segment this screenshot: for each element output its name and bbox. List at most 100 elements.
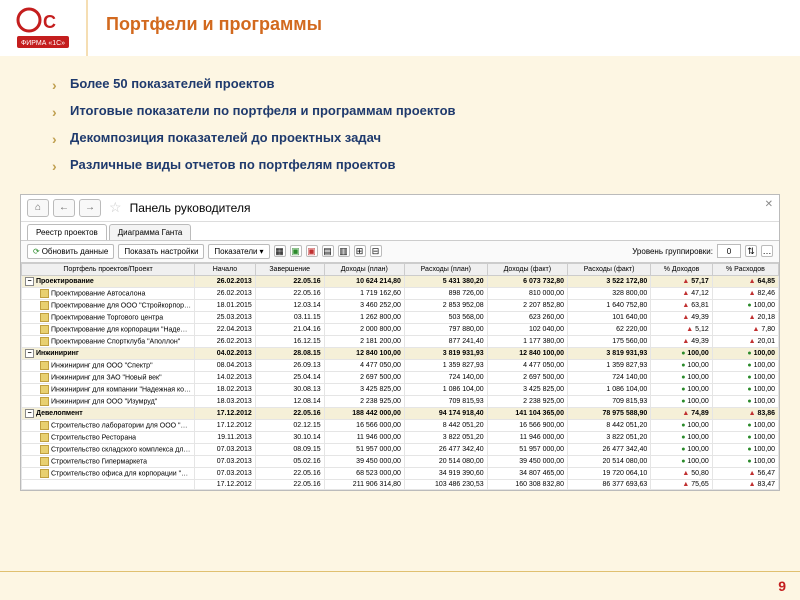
status-indicator-icon: ▲ (749, 470, 756, 477)
status-indicator-icon: ● (681, 386, 685, 393)
expand-icon[interactable]: − (25, 409, 34, 418)
document-icon (40, 457, 49, 466)
svg-text:С: С (43, 12, 56, 32)
more-button[interactable]: … (761, 245, 773, 257)
status-indicator-icon: ▲ (749, 410, 756, 417)
grouping-input[interactable] (717, 244, 741, 258)
indicators-button[interactable]: Показатели ▾ (208, 244, 269, 259)
toolbar-icon[interactable]: ⊟ (370, 245, 382, 257)
toolbar-icon[interactable]: ⊞ (354, 245, 366, 257)
status-indicator-icon: ● (747, 302, 751, 309)
status-indicator-icon: ▲ (749, 314, 756, 321)
tab-gantt[interactable]: Диаграмма Ганта (109, 224, 192, 240)
status-indicator-icon: ▲ (682, 338, 689, 345)
bullet-item: Более 50 показателей проектов (70, 76, 750, 93)
group-row[interactable]: −Проектирование26.02.201322.05.1610 624 … (22, 275, 779, 287)
table-row[interactable]: Проектирование Автосалона26.02.201322.05… (22, 287, 779, 299)
forward-button[interactable]: → (79, 199, 101, 217)
column-header[interactable]: Расходы (факт) (567, 263, 650, 275)
document-icon (40, 301, 49, 310)
bullet-item: Различные виды отчетов по портфелям прое… (70, 157, 750, 174)
toolbar-icon[interactable]: ▦ (274, 245, 286, 257)
expand-icon[interactable]: − (25, 349, 34, 358)
status-indicator-icon: ● (747, 350, 751, 357)
document-icon (40, 313, 49, 322)
status-indicator-icon: ● (681, 422, 685, 429)
toolbar-icon[interactable]: ▣ (290, 245, 302, 257)
table-row[interactable]: Проектирование для корпорации "Надежн…22… (22, 323, 779, 335)
document-icon (40, 337, 49, 346)
status-indicator-icon: ● (747, 458, 751, 465)
table-row[interactable]: Инжиниринг для ЗАО "Новый век"14.02.2013… (22, 371, 779, 383)
status-indicator-icon: ● (681, 446, 685, 453)
grouping-label: Уровень группировки: (632, 247, 713, 256)
status-indicator-icon: ● (681, 458, 685, 465)
table-row[interactable]: Инжиниринг для ООО "Изумруд"18.03.201312… (22, 395, 779, 407)
table-row[interactable]: Строительство лаборатории для ООО "Спе…1… (22, 419, 779, 431)
table-row[interactable]: Проектирование Спортклуба "Аполлон"26.02… (22, 335, 779, 347)
show-settings-button[interactable]: Показать настройки (118, 244, 204, 259)
group-row[interactable]: −Инжиниринг04.02.201328.08.1512 840 100,… (22, 347, 779, 359)
status-indicator-icon: ● (681, 434, 685, 441)
column-header[interactable]: % Доходов (651, 263, 713, 275)
status-indicator-icon: ▲ (749, 338, 756, 345)
table-row[interactable]: Проектирование для ООО "Стройкорпорац…18… (22, 299, 779, 311)
column-header[interactable]: Доходы (факт) (487, 263, 567, 275)
document-icon (40, 433, 49, 442)
status-indicator-icon: ● (747, 374, 751, 381)
document-icon (40, 325, 49, 334)
toolbar-icon[interactable]: ▥ (338, 245, 350, 257)
column-header[interactable]: % Расходов (712, 263, 778, 275)
slide-title: Портфели и программы (106, 14, 782, 35)
grouping-stepper[interactable]: ⇅ (745, 245, 757, 257)
projects-grid[interactable]: Портфель проектов/ПроектНачалоЗавершение… (21, 263, 779, 490)
close-icon[interactable]: ✕ (765, 199, 773, 210)
toolbar-icon[interactable]: ▣ (306, 245, 318, 257)
table-row[interactable]: Строительство офиса для корпорации "Н…07… (22, 467, 779, 479)
status-indicator-icon: ● (681, 350, 685, 357)
column-header[interactable]: Завершение (255, 263, 324, 275)
document-icon (40, 373, 49, 382)
column-header[interactable]: Портфель проектов/Проект (22, 263, 195, 275)
status-indicator-icon: ● (681, 374, 685, 381)
table-row[interactable]: Инжиниринг для компании "Надежная кон…18… (22, 383, 779, 395)
page-number: 9 (778, 578, 786, 594)
refresh-button[interactable]: ⟳Обновить данные (27, 244, 114, 259)
bullet-item: Итоговые показатели по портфеля и програ… (70, 103, 750, 120)
brand-logo: С ФИРМА «1С» (0, 0, 88, 56)
status-indicator-icon: ▲ (682, 314, 689, 321)
status-indicator-icon: ▲ (682, 278, 689, 285)
column-header[interactable]: Расходы (план) (404, 263, 487, 275)
back-button[interactable]: ← (53, 199, 75, 217)
group-row[interactable]: −Девелопмент17.12.201222.05.16188 442 00… (22, 407, 779, 419)
status-indicator-icon: ● (747, 446, 751, 453)
bullet-item: Декомпозиция показателей до проектных за… (70, 130, 750, 147)
table-row[interactable]: Проектирование Торгового центра25.03.201… (22, 311, 779, 323)
document-icon (40, 385, 49, 394)
bullet-list: Более 50 показателей проектов Итоговые п… (0, 56, 800, 194)
table-row[interactable]: 17.12.201222.05.16211 906 314,80103 486 … (22, 479, 779, 489)
svg-text:ФИРМА «1С»: ФИРМА «1С» (21, 40, 65, 47)
column-header[interactable]: Начало (195, 263, 256, 275)
status-indicator-icon: ▲ (682, 481, 689, 488)
document-icon (40, 289, 49, 298)
status-indicator-icon: ▲ (752, 326, 759, 333)
favorite-icon[interactable]: ☆ (109, 199, 122, 216)
status-indicator-icon: ● (747, 386, 751, 393)
toolbar-icon[interactable]: ▤ (322, 245, 334, 257)
status-indicator-icon: ● (747, 434, 751, 441)
column-header[interactable]: Доходы (план) (324, 263, 404, 275)
table-row[interactable]: Строительство Гипермаркета07.03.201305.0… (22, 455, 779, 467)
status-indicator-icon: ▲ (682, 290, 689, 297)
status-indicator-icon: ▲ (749, 481, 756, 488)
document-icon (40, 361, 49, 370)
expand-icon[interactable]: − (25, 277, 34, 286)
table-row[interactable]: Строительство складского комплекса для …… (22, 443, 779, 455)
tab-projects-registry[interactable]: Реестр проектов (27, 224, 107, 240)
status-indicator-icon: ● (747, 362, 751, 369)
table-row[interactable]: Строительство Ресторана19.11.201330.10.1… (22, 431, 779, 443)
table-row[interactable]: Инжиниринг для ООО "Спектр"08.04.201326.… (22, 359, 779, 371)
status-indicator-icon: ● (681, 398, 685, 405)
home-button[interactable]: ⌂ (27, 199, 49, 217)
app-window: ⌂ ← → ☆ Панель руководителя ✕ Реестр про… (20, 194, 780, 491)
